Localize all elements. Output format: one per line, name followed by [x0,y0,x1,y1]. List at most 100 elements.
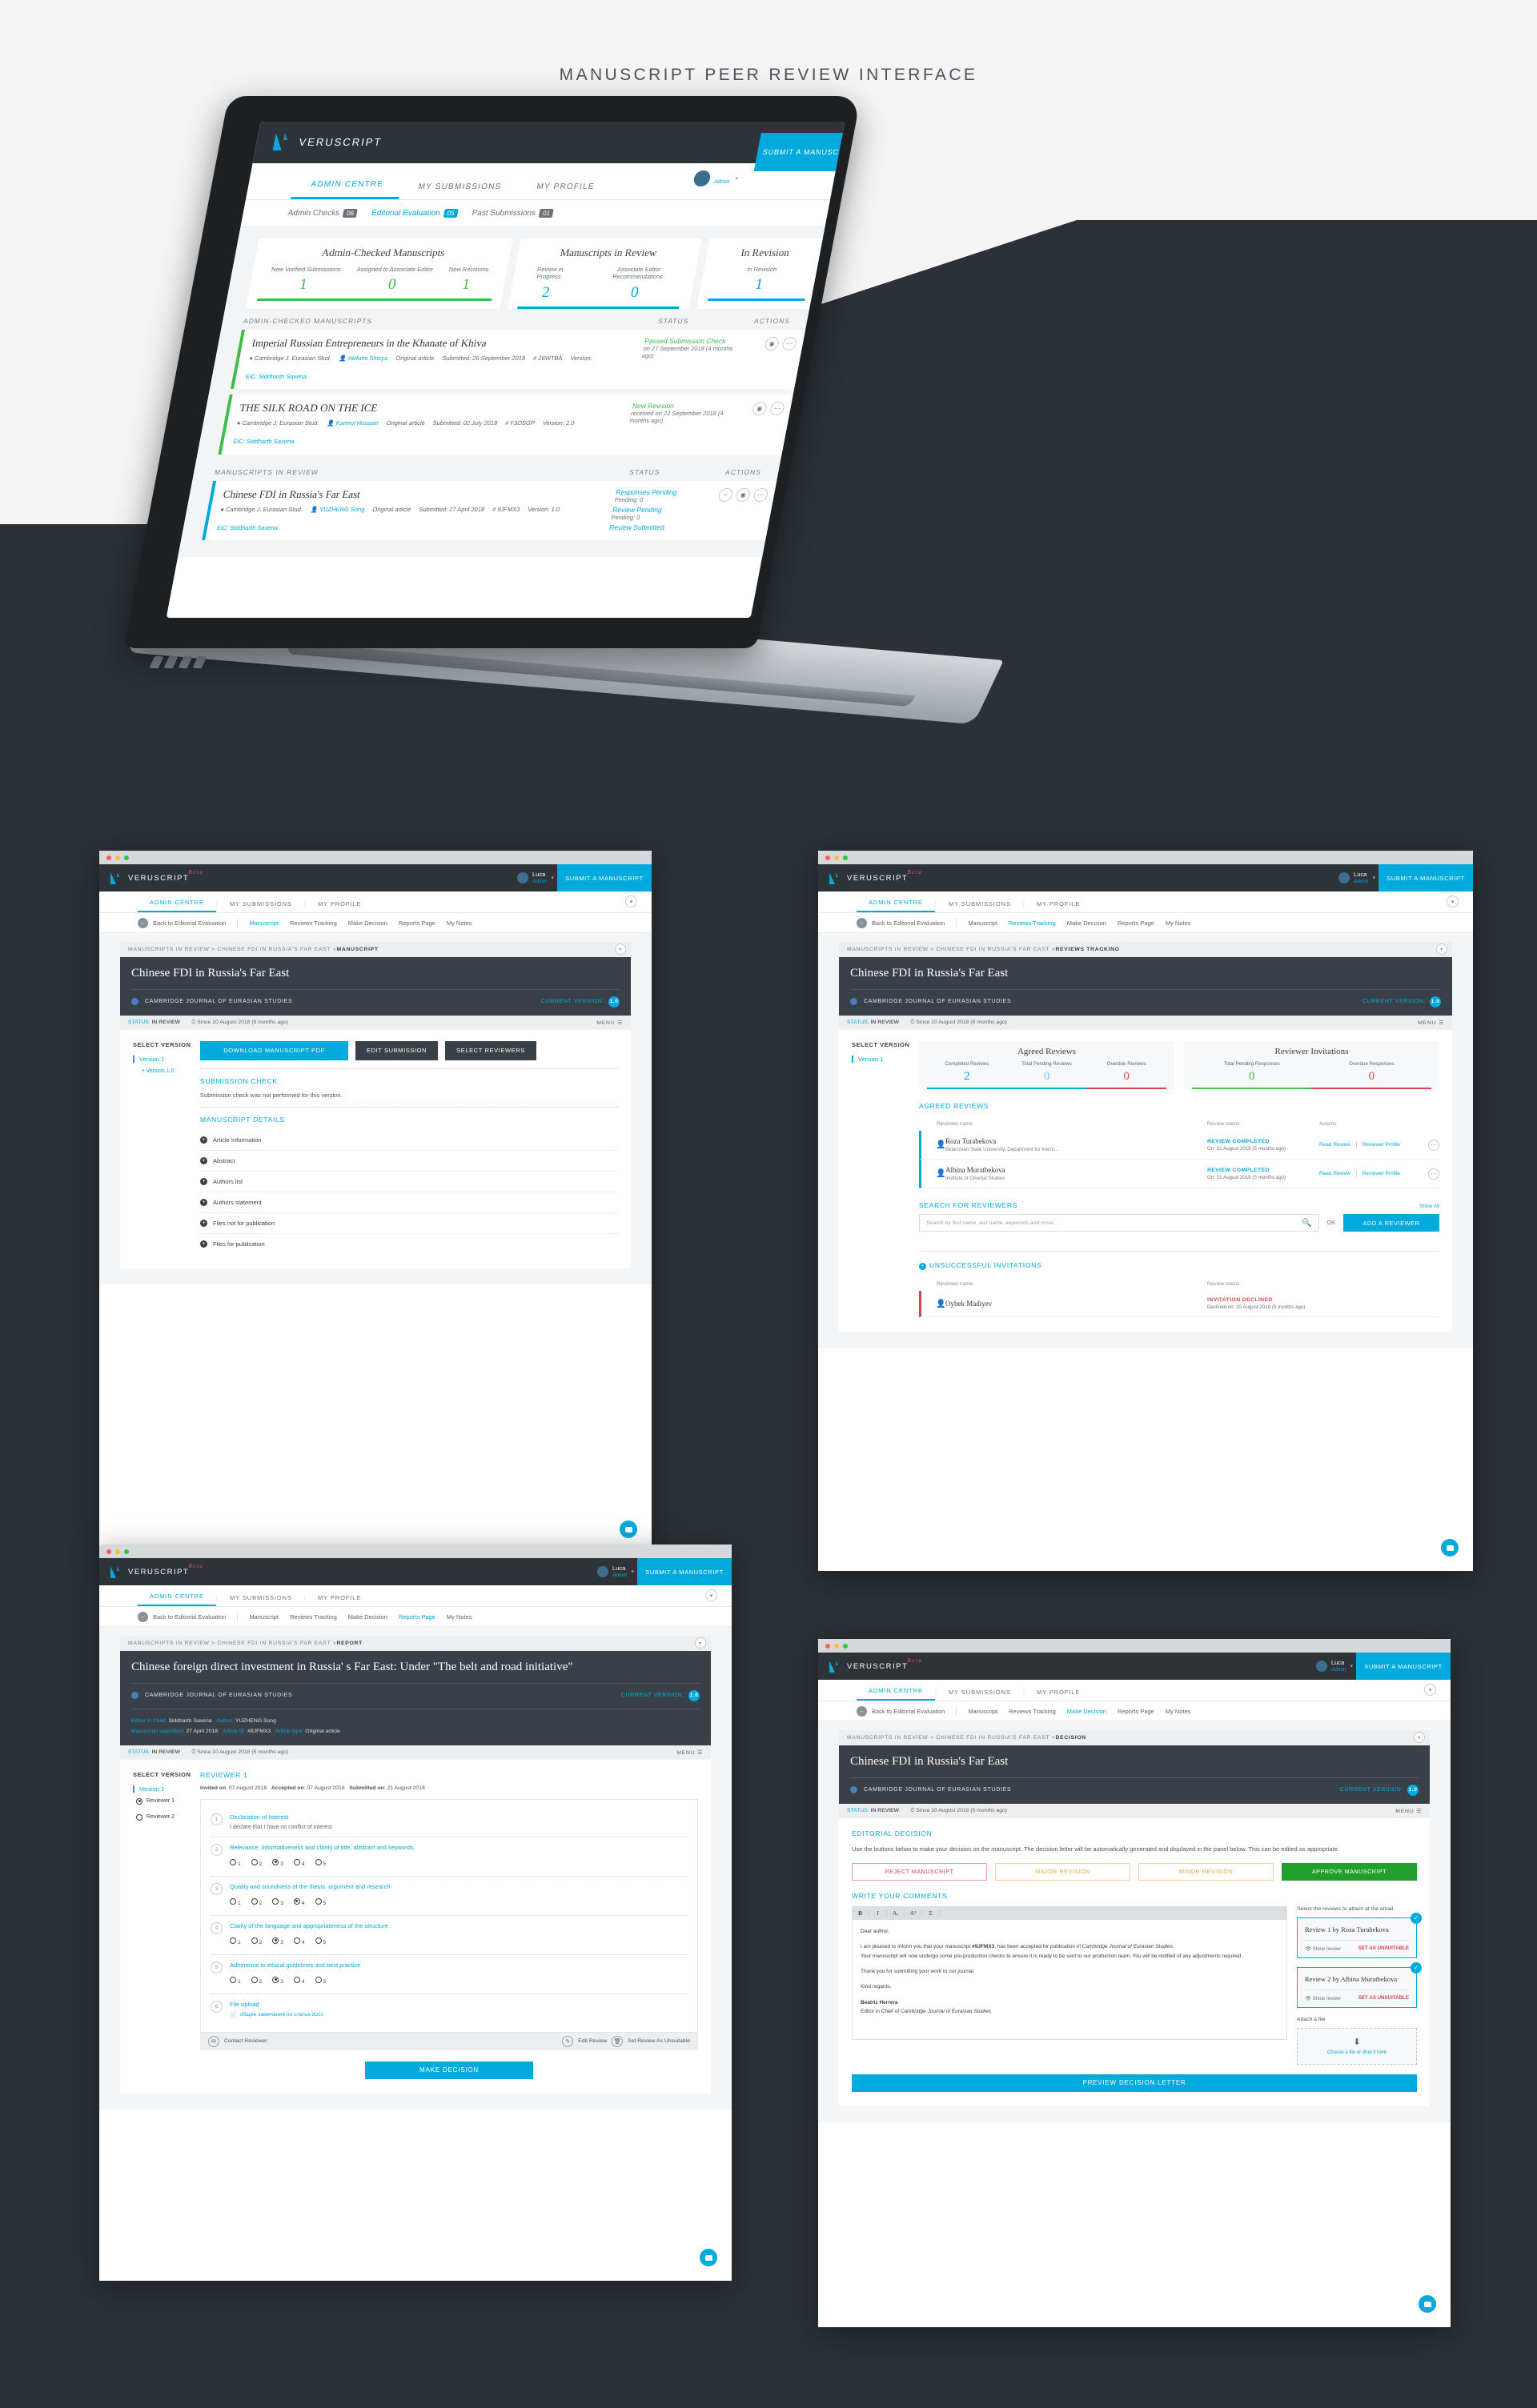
subnav-past-submissions[interactable]: Past Submissions 01 [472,209,555,218]
rating-option-2[interactable]: 2 [251,1855,262,1869]
tab-reviews-tracking[interactable]: Reviews Tracking [290,920,337,927]
rating-option-3[interactable]: 3 [272,1933,283,1948]
tab-reports-page[interactable]: Reports Page [1118,920,1154,927]
back-to-editorial-evaluation[interactable]: ← Back to Editorial Evaluation [138,1611,226,1622]
reviewer-profile-link[interactable]: Reviewer Profile [1362,1142,1400,1148]
manuscript-row[interactable]: Chinese FDI in Russia's Far East ● Cambr… [202,480,781,541]
back-to-editorial-evaluation[interactable]: ← Back to Editorial Evaluation [857,1705,945,1717]
show-all-link[interactable]: Show All [1419,1204,1439,1209]
table-row[interactable]: 👤 Albina Muratbekova Institute of Orienta… [919,1160,1439,1189]
close-icon[interactable] [106,1549,111,1554]
collapse-icon[interactable]: − [717,487,734,502]
collapse-panel-icon[interactable]: ▾ [625,895,637,908]
back-to-editorial-evaluation[interactable]: ← Back to Editorial Evaluation [138,917,226,928]
rating-scale[interactable]: 1 2 3 4 5 [230,1855,688,1869]
pencil-icon[interactable]: ✎ [562,2035,574,2047]
rating-option-3[interactable]: 3 [272,1855,283,1869]
tab-reports-page[interactable]: Reports Page [1118,1708,1154,1715]
version-1[interactable]: Version 1 [852,1055,919,1063]
edit-submission-button[interactable]: EDIT SUBMISSION [355,1040,439,1060]
file-dropzone[interactable]: ⬇ Choose a file or drop it here [1297,2027,1417,2065]
menu-button[interactable]: MENU ☰ [596,1020,623,1026]
rating-option-5[interactable]: 5 [315,1894,326,1909]
tab-manuscript[interactable]: Manuscript [968,920,997,927]
minimize-icon[interactable] [834,855,839,860]
show-review-link[interactable]: 👁 Show review [1305,1995,1341,2001]
tab-reviews-tracking[interactable]: Reviews Tracking [290,1613,337,1621]
nav-my-profile[interactable]: MY PROFILE [516,182,612,199]
rating-scale[interactable]: 1 2 3 4 5 [230,1933,688,1948]
rating-option-1[interactable]: 1 [230,1973,241,1987]
rating-scale[interactable]: 1 2 3 4 5 [230,1894,688,1909]
nav-admin-centre[interactable]: ADMIN CENTRE [138,1593,216,1606]
tab-reports-page[interactable]: Reports Page [399,920,435,927]
chevron-down-icon[interactable]: ▾ [695,1637,706,1649]
user-menu[interactable]: Luca Admin ▾ [1316,1660,1353,1673]
nav-my-profile[interactable]: MY PROFILE [306,900,373,912]
more-icon[interactable]: ⋯ [1428,1139,1439,1151]
nav-my-profile[interactable]: MY PROFILE [1025,1689,1092,1701]
submit-manuscript-button[interactable]: SUBMIT A MANUSCRIPT [1378,864,1473,891]
nav-admin-centre[interactable]: ADMIN CENTRE [857,899,935,912]
nav-my-submissions[interactable]: MY SUBMISSIONS [218,900,304,912]
subnav-editorial-evaluation[interactable]: Editorial Evaluation 05 [371,209,459,218]
add-reviewer-button[interactable]: ADD A REVIEWER [1343,1214,1439,1232]
download-manuscript-pdf-button[interactable]: DOWNLOAD MANUSCRIPT PDF [200,1040,348,1060]
accordion-abstract[interactable]: + Abstract [200,1151,618,1172]
superscript-icon[interactable]: A² [905,1909,922,1917]
nav-admin-centre[interactable]: ADMIN CENTRE [291,180,403,199]
table-row[interactable]: 👤 Oybek Madiyev INVITATION DECLINED Decli… [919,1291,1439,1318]
tab-my-notes[interactable]: My Notes [1166,1708,1191,1715]
minor-revision-button[interactable]: MINOR REVISION [1138,1862,1274,1881]
menu-button[interactable]: MENU ☰ [676,1749,703,1756]
set-unsuitable-link[interactable]: SET AS UNSUITABLE [1358,1945,1409,1951]
major-revision-button[interactable]: MAJOR REVISION [995,1862,1130,1881]
nav-my-submissions[interactable]: MY SUBMISSIONS [937,900,1023,912]
envelope-icon[interactable]: ✉ [208,2035,219,2047]
menu-button[interactable]: MENU ☰ [1395,1808,1422,1814]
read-review-link[interactable]: Read Review [1319,1142,1350,1148]
rating-option-3[interactable]: 3 [272,1894,283,1909]
rating-option-1[interactable]: 1 [230,1855,241,1869]
tab-my-notes[interactable]: My Notes [1166,920,1191,927]
user-menu[interactable]: Luca Admin ▾ [1338,871,1375,884]
user-menu[interactable]: Luca Admin ▾ [597,1565,634,1578]
submit-manuscript-button[interactable]: SUBMIT A MANUSCRIPT [753,133,845,171]
maximize-icon[interactable] [843,855,848,860]
manuscript-actions[interactable]: ◉ ⋯ [739,336,798,351]
nav-admin-centre[interactable]: ADMIN CENTRE [138,899,216,912]
review-attachment-card[interactable]: ✓ Review 1 by Roza Turabekova 👁 Show rev… [1297,1912,1422,1958]
table-row[interactable]: 👤 Roza Turabekova Belarusian State Univer… [919,1131,1439,1160]
user-menu[interactable]: Luca Admin ▾ [517,871,554,884]
rating-option-2[interactable]: 2 [251,1894,262,1909]
show-review-link[interactable]: 👁 Show review [1305,1945,1341,1952]
chat-support-button[interactable] [620,1521,637,1538]
minimize-icon[interactable] [115,855,120,860]
chat-support-button[interactable] [1419,2295,1436,2313]
minimize-icon[interactable] [115,1549,120,1554]
rating-option-1[interactable]: 1 [230,1894,241,1909]
close-icon[interactable] [825,855,830,860]
close-icon[interactable] [825,1643,830,1649]
accordion-files-not-for-publication[interactable]: + Files not for publication [200,1213,618,1234]
tab-make-decision[interactable]: Make Decision [1067,920,1106,927]
chevron-down-icon[interactable]: ▾ [615,944,626,955]
subscript-icon[interactable]: Aₑ [887,1909,905,1917]
tab-my-notes[interactable]: My Notes [447,1613,472,1621]
check-icon[interactable]: ✓ [1411,1961,1422,1973]
select-reviewers-button[interactable]: SELECT REVIEWERS [445,1040,536,1060]
manuscript-row[interactable]: THE SILK ROAD ON THE ICE ● Cambridge J. … [218,395,797,455]
tab-manuscript[interactable]: Manuscript [968,1708,997,1715]
nav-my-submissions[interactable]: MY SUBMISSIONS [937,1689,1023,1701]
tab-manuscript[interactable]: Manuscript [249,1613,279,1621]
manuscript-row[interactable]: Imperial Russian Entrepreneurs in the Kh… [230,329,809,390]
set-unsuitable-label[interactable]: Set Review As Unsuitable [628,2038,690,2044]
tab-reviews-tracking[interactable]: Reviews Tracking [1009,1708,1056,1715]
accordion-files-for-publication[interactable]: + Files for publication [200,1234,618,1254]
more-icon[interactable]: ⋯ [1428,1168,1439,1180]
accordion-authors-list[interactable]: + Authors list [200,1172,618,1192]
tab-reports-page[interactable]: Reports Page [399,1613,435,1621]
nav-my-profile[interactable]: MY PROFILE [1025,900,1092,912]
uploaded-file[interactable]: 📄 общие замечания по статье.docx [230,2012,323,2018]
accordion-article-information[interactable]: + Article Information [200,1130,618,1151]
